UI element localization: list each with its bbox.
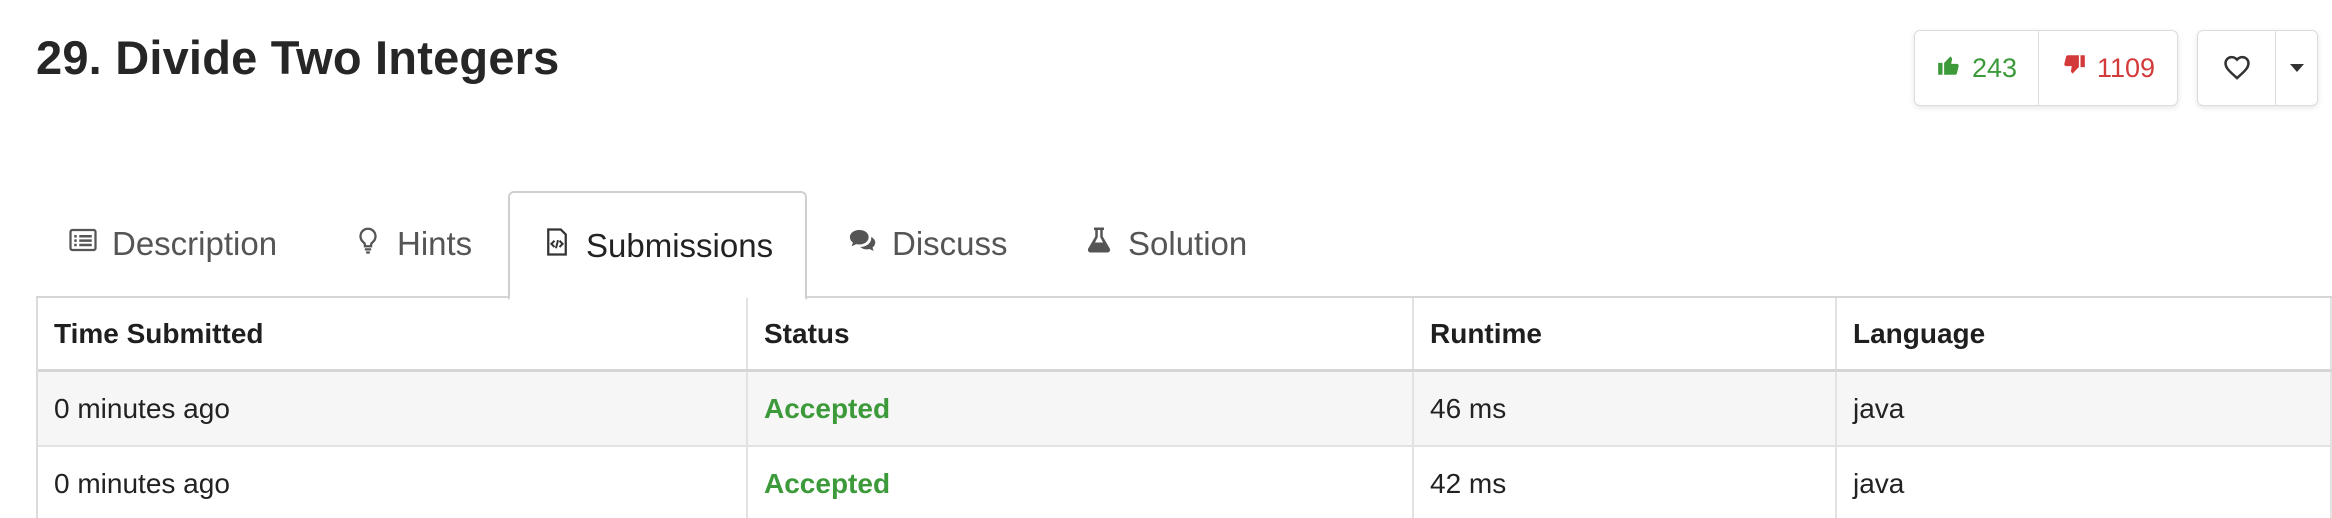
tab-label: Description — [112, 225, 278, 262]
tab-solution[interactable]: Solution — [1084, 190, 1247, 298]
dislike-count: 1109 — [2096, 52, 2156, 83]
tab-label: Hints — [397, 225, 473, 262]
cell-runtime: 42 ms — [1414, 447, 1837, 518]
column-header-time[interactable]: Time Submitted — [38, 298, 748, 369]
cell-time-submitted: 0 minutes ago — [38, 372, 748, 445]
description-icon — [68, 225, 98, 263]
cell-language: java — [1837, 372, 2332, 445]
like-button[interactable]: 243 — [1915, 31, 2039, 105]
status-accepted-link[interactable]: Accepted — [764, 468, 890, 500]
favorite-dropdown-toggle[interactable] — [2276, 31, 2317, 105]
tab-label: Submissions — [586, 226, 774, 264]
heart-icon — [2221, 52, 2253, 85]
page-title: 29. Divide Two Integers — [36, 31, 560, 84]
cell-language: java — [1837, 447, 2332, 518]
problem-tabs: Description Hints Submissions Discuss So… — [36, 190, 2332, 300]
vote-group: 243 1109 — [1914, 30, 2178, 106]
tab-hints[interactable]: Hints — [353, 190, 472, 298]
like-count: 243 — [1971, 52, 2018, 83]
status-accepted-link[interactable]: Accepted — [764, 393, 890, 425]
thumbs-up-icon — [1936, 52, 1962, 85]
thumbs-down-icon — [2061, 52, 2087, 85]
tab-label: Discuss — [892, 225, 1008, 262]
favorite-group — [2197, 30, 2318, 106]
tab-discuss[interactable]: Discuss — [848, 190, 1008, 298]
cell-status: Accepted — [748, 372, 1414, 445]
dislike-button[interactable]: 1109 — [2039, 31, 2177, 105]
cell-time-submitted: 0 minutes ago — [38, 447, 748, 518]
submissions-page: 29. Divide Two Integers 243 1109 Descrip… — [0, 0, 2332, 518]
code-file-icon — [542, 227, 572, 265]
tab-description[interactable]: Description — [68, 190, 277, 298]
table-header-row: Time Submitted Status Runtime Language — [38, 298, 2332, 372]
column-header-language[interactable]: Language — [1837, 298, 2332, 369]
column-header-runtime[interactable]: Runtime — [1414, 298, 1837, 369]
caret-down-icon — [2289, 64, 2304, 72]
cell-runtime: 46 ms — [1414, 372, 1837, 445]
favorite-button[interactable] — [2198, 31, 2276, 105]
cell-status: Accepted — [748, 447, 1414, 518]
flask-icon — [1084, 225, 1114, 263]
chat-bubbles-icon — [848, 225, 878, 263]
lightbulb-icon — [353, 225, 383, 263]
submissions-table: Time Submitted Status Runtime Language 0… — [36, 298, 2332, 518]
tab-submissions[interactable]: Submissions — [508, 191, 808, 300]
tab-label: Solution — [1128, 225, 1248, 262]
table-row: 0 minutes ago Accepted 42 ms java — [38, 447, 2332, 518]
column-header-status[interactable]: Status — [748, 298, 1414, 369]
table-row: 0 minutes ago Accepted 46 ms java — [38, 372, 2332, 447]
